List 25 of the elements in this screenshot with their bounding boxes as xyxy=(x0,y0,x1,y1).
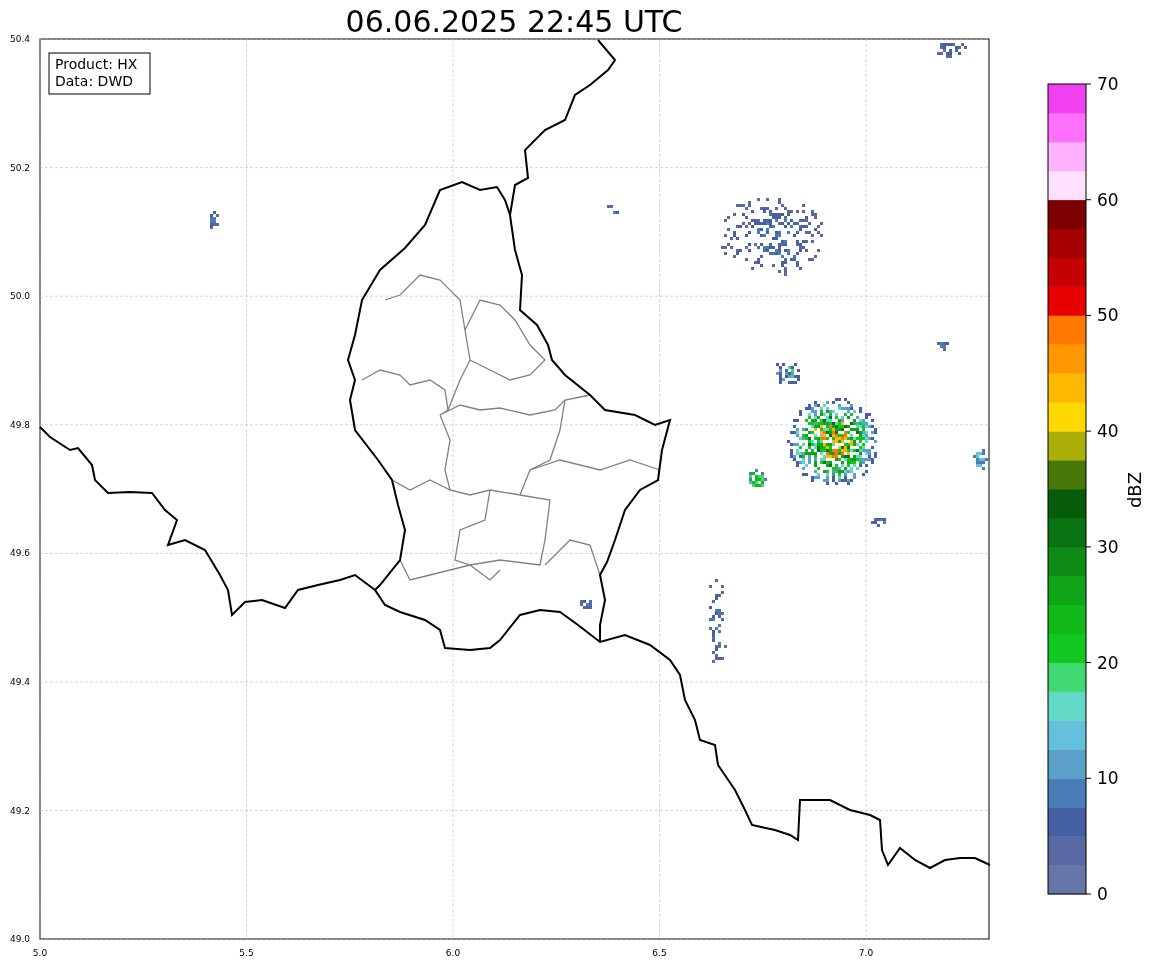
y-tick-label: 50.0 xyxy=(9,291,30,302)
x-tick-label: 7.0 xyxy=(858,948,874,958)
x-tick-label: 5.5 xyxy=(239,948,254,958)
colorbar-tick-label: 20 xyxy=(1097,652,1119,673)
colorbar-tick-label: 0 xyxy=(1097,884,1108,904)
info-text: Data: DWD xyxy=(55,73,133,89)
colorbar-tick-label: 50 xyxy=(1097,305,1119,326)
y-tick-label: 50.4 xyxy=(9,34,30,44)
colorbar-tick-label: 60 xyxy=(1097,189,1119,210)
y-tick-label: 49.8 xyxy=(9,419,30,430)
map-title: 06.06.2025 22:45 UTC xyxy=(345,4,683,39)
colorbar-tick-label: 70 xyxy=(1097,74,1119,94)
y-tick-label: 49.0 xyxy=(9,934,30,945)
x-tick-label: 6.0 xyxy=(445,948,461,958)
y-tick-label: 50.2 xyxy=(9,162,30,173)
x-tick-label: 6.5 xyxy=(652,948,667,958)
colorbar-tick-label: 40 xyxy=(1097,421,1119,442)
colorbar-label: dBZ xyxy=(1124,471,1145,509)
colorbar-tick-label: 10 xyxy=(1097,768,1119,789)
y-tick-label: 49.2 xyxy=(9,805,30,816)
info-text: Product: HX xyxy=(55,56,138,72)
colorbar-tick-label: 30 xyxy=(1097,536,1119,557)
x-tick-label: 5.0 xyxy=(32,948,48,958)
y-tick-label: 49.4 xyxy=(9,677,30,687)
y-tick-label: 49.6 xyxy=(9,548,30,559)
